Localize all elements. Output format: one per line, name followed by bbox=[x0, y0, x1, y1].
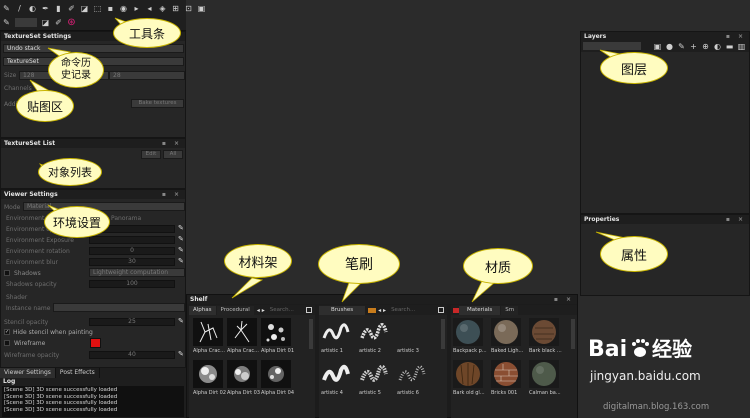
callout-materials: 材质 bbox=[463, 248, 533, 284]
callout-properties: 属性 bbox=[600, 236, 668, 272]
callout-object-list: 对象列表 bbox=[38, 158, 102, 186]
callout-toolbar: 工具条 bbox=[113, 18, 181, 48]
callout-env-settings: 环境设置 bbox=[44, 206, 110, 238]
callout-shelf: 材料架 bbox=[224, 244, 292, 278]
callout-history: 命令历 史记录 bbox=[48, 52, 104, 88]
callout-brushes: 笔刷 bbox=[318, 244, 400, 284]
callout-layers: 图层 bbox=[600, 52, 668, 84]
callout-texture-area: 贴图区 bbox=[16, 90, 74, 122]
